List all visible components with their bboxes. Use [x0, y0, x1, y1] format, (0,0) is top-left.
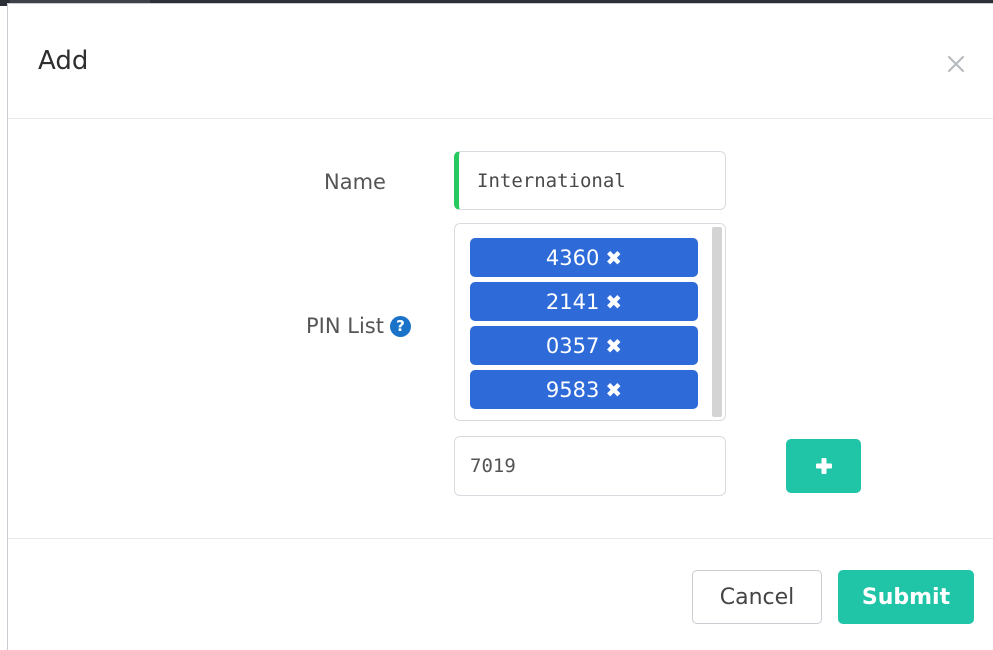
pin-input[interactable]: [470, 455, 725, 477]
footer-divider: [8, 538, 993, 539]
add-pin-button[interactable]: [786, 439, 861, 493]
pin-chip[interactable]: 9583 ✖: [470, 370, 698, 409]
name-label: Name: [324, 170, 386, 194]
plus-icon: [815, 458, 832, 474]
pin-value: 4360: [545, 245, 600, 270]
submit-button[interactable]: Submit: [838, 570, 974, 624]
dialog-title: Add: [38, 46, 89, 76]
pin-list-label: PIN List: [306, 314, 384, 338]
pin-chip[interactable]: 0357 ✖: [470, 326, 698, 365]
times-icon[interactable]: ✖: [605, 334, 622, 358]
add-dialog: Add Name PIN List ? 4360 ✖ 2141 ✖ 0357: [7, 3, 993, 650]
pin-list-label-group: PIN List ?: [306, 314, 411, 338]
pin-items: 4360 ✖ 2141 ✖ 0357 ✖ 9583 ✖: [470, 238, 698, 409]
pin-value: 9583: [545, 377, 600, 402]
pin-value: 2141: [545, 289, 600, 314]
cancel-button[interactable]: Cancel: [692, 570, 822, 624]
close-button[interactable]: [941, 49, 971, 79]
question-circle-icon[interactable]: ?: [389, 315, 411, 337]
pin-list-scrollbar[interactable]: [712, 227, 722, 417]
pin-chip[interactable]: 2141 ✖: [470, 282, 698, 321]
name-input[interactable]: [477, 169, 725, 192]
dialog-header: Add: [8, 4, 993, 119]
times-icon[interactable]: ✖: [605, 246, 622, 270]
pin-input-field[interactable]: [454, 436, 726, 496]
times-icon[interactable]: ✖: [605, 378, 622, 402]
pin-value: 0357: [545, 333, 600, 358]
pin-chip[interactable]: 4360 ✖: [470, 238, 698, 277]
times-icon[interactable]: ✖: [605, 290, 622, 314]
name-field[interactable]: [454, 151, 726, 210]
pin-list: 4360 ✖ 2141 ✖ 0357 ✖ 9583 ✖: [454, 223, 726, 421]
close-icon: [947, 55, 965, 73]
